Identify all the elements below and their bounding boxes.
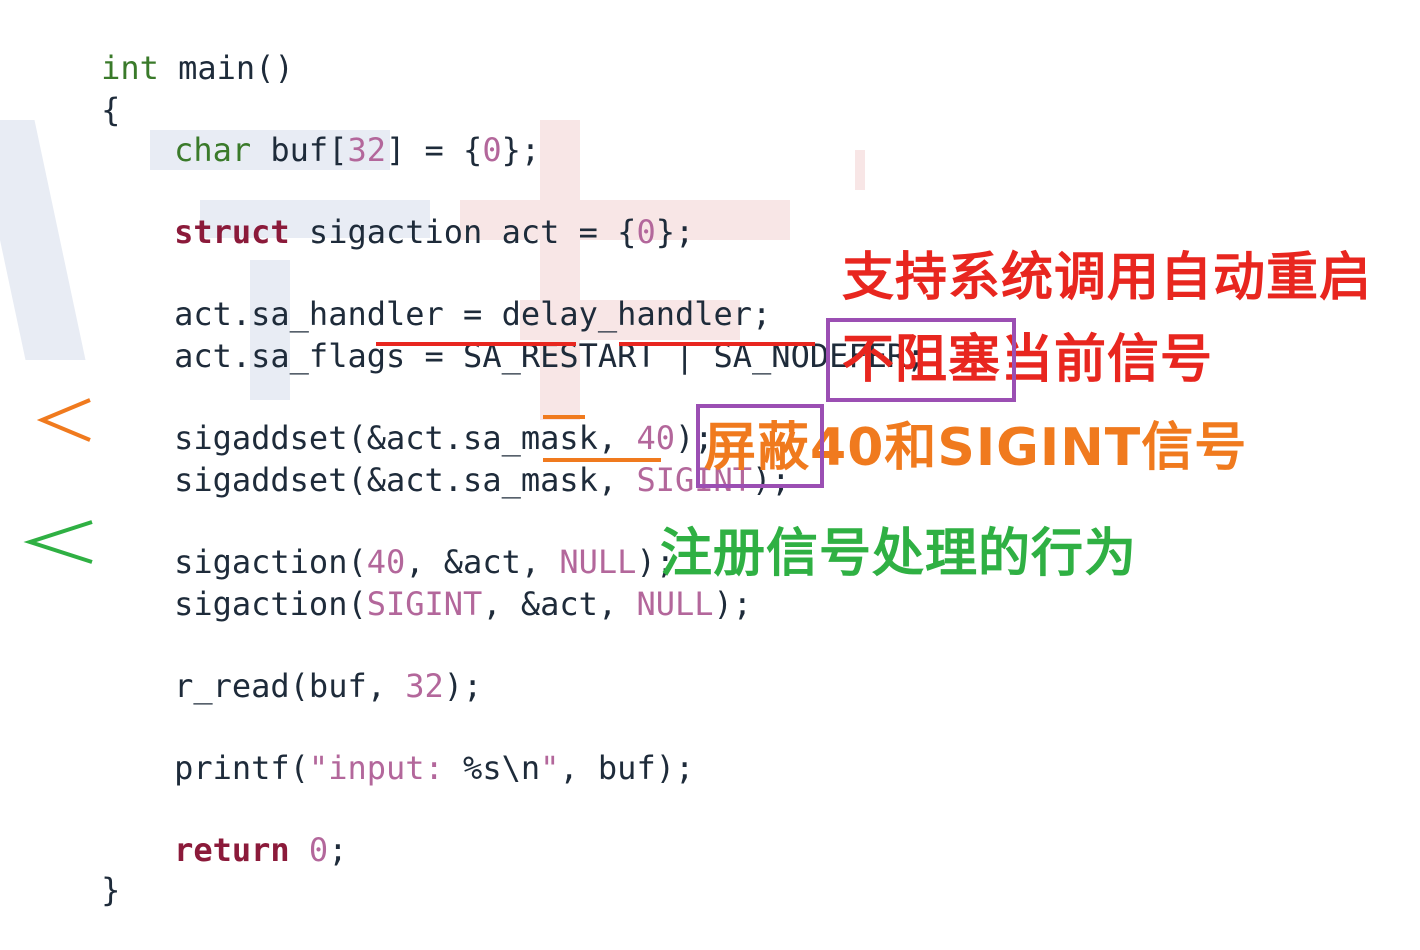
code-token: sigaddset(&act.sa_mask, [174, 461, 637, 499]
green-arrow-icon [23, 520, 93, 564]
code-token: sigaction( [174, 585, 367, 623]
underline-sigint [543, 458, 661, 462]
code-token: , buf); [559, 749, 695, 787]
note-register: 注册信号处理的行为 [660, 524, 1138, 584]
code-token: , &act, [482, 585, 637, 623]
orange-arrow-icon [36, 398, 91, 442]
code-token: buf[ [251, 131, 348, 169]
code-token: NULL [636, 585, 714, 623]
code-token: }; [501, 131, 541, 169]
highlight-box-mask [696, 404, 824, 488]
code-token: r_read(buf, [174, 667, 406, 705]
note-nodefer-rest: 当前信号 [1001, 330, 1214, 390]
code-token: ); [443, 667, 483, 705]
code-token: printf( [174, 749, 309, 787]
code-token: 0 [636, 213, 656, 251]
code-token: ); [713, 585, 753, 623]
underline-sa-nodefer [619, 342, 815, 346]
code-token: } [101, 871, 121, 909]
code-token: ] = { [385, 131, 483, 169]
note-restart: 支持系统调用自动重启 [842, 248, 1373, 308]
code-token: 0 [308, 831, 329, 869]
highlight-box-nodefer [826, 318, 1016, 402]
code-token: char [174, 131, 252, 169]
code-line-13: return 0; [97, 790, 347, 910]
underline-sa-restart [376, 342, 576, 346]
code-token: SIGINT [366, 585, 483, 623]
code-token: 32 [347, 131, 386, 169]
code-token: %s\n [463, 749, 541, 787]
code-line-14: } [24, 830, 120, 950]
code-token: struct [174, 213, 290, 251]
code-token: "input: [308, 749, 464, 787]
code-token: sigaction act = { [289, 213, 637, 251]
code-token: 0 [482, 131, 502, 169]
code-token: main() [158, 49, 294, 87]
note-mask-rest: 40和SIGINT信号 [810, 418, 1248, 478]
code-token: return [174, 831, 290, 869]
code-token: }; [655, 213, 695, 251]
underline-40 [543, 415, 585, 419]
code-token: 32 [405, 667, 444, 705]
code-token: " [540, 749, 560, 787]
code-token: ; [328, 831, 348, 869]
